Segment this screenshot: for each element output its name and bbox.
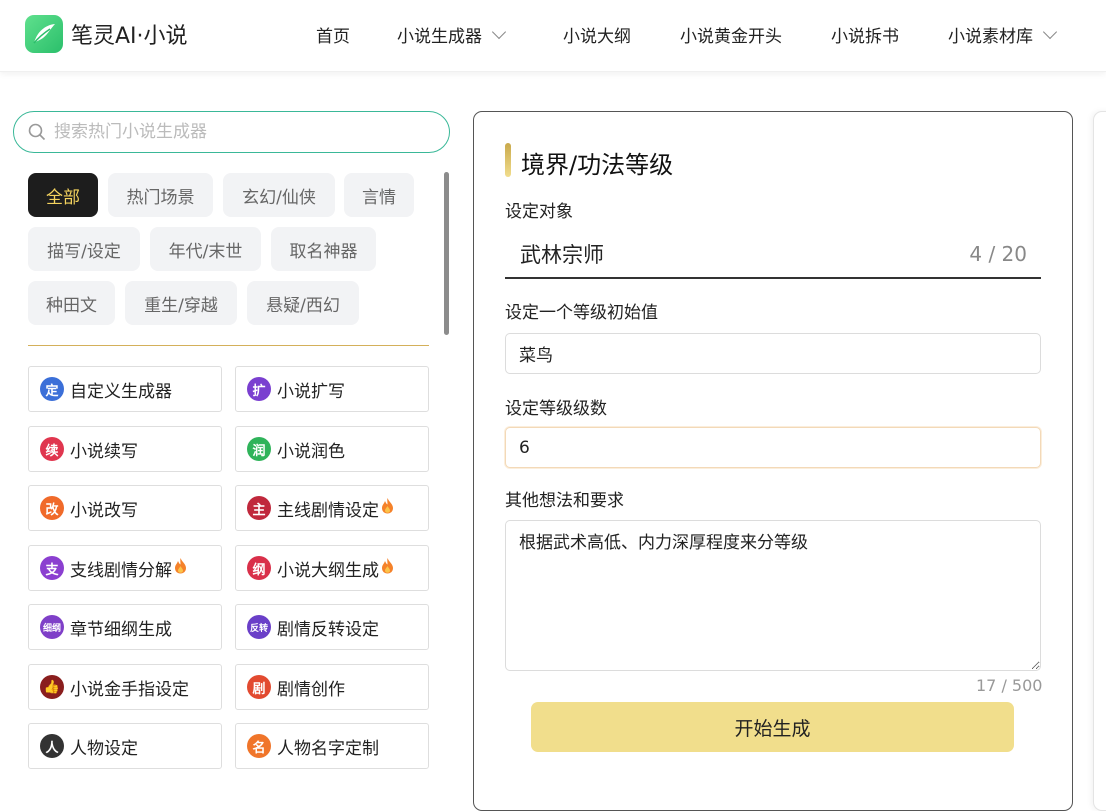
tool-icon: 名 [247, 734, 271, 758]
form-title: 境界/功法等级 [521, 151, 674, 179]
tool-label: 小说改写 [70, 500, 138, 521]
field-target-label: 设定对象 [505, 202, 573, 222]
tool-label: 主线剧情设定 [277, 500, 379, 521]
tool-label: 小说金手指设定 [70, 679, 189, 700]
logo-leaf-icon [25, 15, 63, 53]
target-char-count: 4 / 20 [969, 242, 1027, 266]
category-romance[interactable]: 言情 [344, 173, 414, 217]
category-hot-scenes[interactable]: 热门场景 [108, 173, 213, 217]
tool-icon: 人 [40, 734, 64, 758]
tool-icon: 续 [40, 437, 64, 461]
requirements-textarea[interactable]: 根据武术高低、内力深厚程度来分等级 [505, 520, 1041, 671]
initial-level-input[interactable] [505, 333, 1041, 374]
tool-icon: 主 [247, 496, 271, 520]
tool-card[interactable]: 纲小说大纲生成 [235, 545, 429, 591]
nav-novel-generator[interactable]: 小说生成器 [397, 22, 507, 47]
fire-icon [381, 557, 394, 579]
tool-icon: 剧 [247, 675, 271, 699]
requirements-char-count: 17 / 500 [976, 676, 1043, 695]
field-target-wrapper: 4 / 20 [505, 231, 1041, 279]
tool-label: 小说大纲生成 [277, 560, 379, 581]
tool-label: 支线剧情分解 [70, 560, 172, 581]
field-initial-level-label: 设定一个等级初始值 [505, 303, 658, 323]
category-era-apocalypse[interactable]: 年代/末世 [150, 227, 261, 271]
tool-card[interactable]: 定自定义生成器 [28, 366, 222, 412]
tool-card[interactable]: 剧剧情创作 [235, 664, 429, 710]
nav-home[interactable]: 首页 [316, 22, 350, 47]
tool-icon: 改 [40, 496, 64, 520]
search-input[interactable] [52, 121, 412, 143]
target-input[interactable] [518, 241, 938, 267]
nav-material-library-label: 小说素材库 [948, 27, 1033, 47]
nav-book-breakdown-label: 小说拆书 [831, 27, 899, 47]
title-accent-bar [505, 143, 511, 177]
nav-golden-opening[interactable]: 小说黄金开头 [680, 22, 782, 47]
tool-label: 小说扩写 [277, 381, 345, 402]
tool-icon: 👍 [40, 675, 64, 699]
top-header: 笔灵AI·小说 首页 小说生成器 小说大纲 小说黄金开头 小说拆书 小说素材库 [0, 0, 1106, 72]
tool-icon: 细纲 [40, 615, 64, 639]
logo[interactable]: 笔灵AI·小说 [25, 15, 188, 53]
tool-label: 人物名字定制 [277, 738, 379, 759]
field-requirements-label: 其他想法和要求 [505, 491, 624, 511]
tool-card[interactable]: 细纲 章节细纲生成 [28, 604, 222, 650]
nav-book-breakdown[interactable]: 小说拆书 [831, 22, 899, 47]
tool-label: 小说续写 [70, 441, 138, 462]
fire-icon [381, 497, 394, 519]
tool-card[interactable]: 扩小说扩写 [235, 366, 429, 412]
fire-icon [174, 557, 187, 579]
tool-card[interactable]: 人人物设定 [28, 723, 222, 769]
tool-label: 章节细纲生成 [70, 619, 172, 640]
chevron-down-icon [1042, 24, 1058, 39]
tool-card[interactable]: 名人物名字定制 [235, 723, 429, 769]
category-farming[interactable]: 种田文 [28, 281, 115, 325]
tool-icon: 定 [40, 377, 64, 401]
nav-novel-outline-label: 小说大纲 [563, 27, 631, 47]
result-panel [1093, 111, 1106, 811]
category-all[interactable]: 全部 [28, 173, 98, 217]
tool-icon: 反转 [247, 615, 271, 639]
level-count-input[interactable] [505, 427, 1041, 468]
category-naming[interactable]: 取名神器 [271, 227, 376, 271]
category-scrollbar[interactable] [444, 172, 449, 335]
start-generate-button[interactable]: 开始生成 [531, 702, 1014, 752]
field-level-count-label: 设定等级级数 [505, 399, 607, 419]
tool-label: 小说润色 [277, 441, 345, 462]
tool-card[interactable]: 主主线剧情设定 [235, 485, 429, 531]
nav-novel-outline[interactable]: 小说大纲 [563, 22, 631, 47]
nav-material-library[interactable]: 小说素材库 [948, 22, 1058, 47]
chevron-down-icon [491, 24, 507, 39]
tool-label: 自定义生成器 [70, 381, 172, 402]
tool-card[interactable]: 改小说改写 [28, 485, 222, 531]
tool-card[interactable]: 润小说润色 [235, 426, 429, 472]
category-fantasy[interactable]: 玄幻/仙侠 [223, 173, 335, 217]
nav-novel-generator-label: 小说生成器 [397, 27, 482, 47]
tool-card[interactable]: 支支线剧情分解 [28, 545, 222, 591]
tool-label: 剧情反转设定 [277, 619, 379, 640]
tool-icon: 纲 [247, 556, 271, 580]
category-mystery[interactable]: 悬疑/西幻 [247, 281, 359, 325]
tool-label: 剧情创作 [277, 679, 345, 700]
category-rebirth[interactable]: 重生/穿越 [125, 281, 237, 325]
tool-icon: 支 [40, 556, 64, 580]
divider [28, 345, 429, 346]
nav-golden-opening-label: 小说黄金开头 [680, 27, 782, 47]
tool-icon: 扩 [247, 377, 271, 401]
tool-label: 人物设定 [70, 738, 138, 759]
search-icon [28, 123, 46, 141]
tool-card[interactable]: 续小说续写 [28, 426, 222, 472]
tool-card[interactable]: 👍 小说金手指设定 [28, 664, 222, 710]
nav-home-label: 首页 [316, 27, 350, 47]
logo-text: 笔灵AI·小说 [71, 24, 188, 49]
tool-icon: 润 [247, 437, 271, 461]
tool-card[interactable]: 反转 剧情反转设定 [235, 604, 429, 650]
search-box[interactable] [13, 111, 450, 153]
category-description[interactable]: 描写/设定 [28, 227, 140, 271]
